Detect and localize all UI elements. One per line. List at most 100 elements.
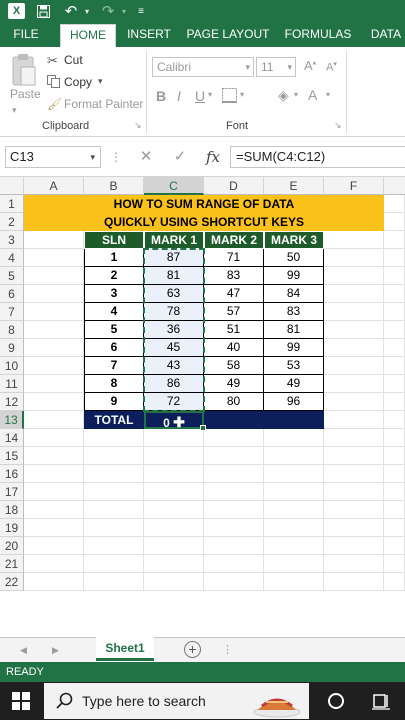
table-cell-mark-2[interactable]: 40 — [204, 339, 264, 357]
table-cell-mark-3[interactable]: 50 — [264, 249, 324, 267]
grid-cell[interactable] — [324, 357, 384, 375]
column-header-f[interactable]: F — [324, 177, 384, 195]
table-cell-mark-2[interactable]: 49 — [204, 375, 264, 393]
table-cell-mark-3[interactable]: 96 — [264, 393, 324, 411]
table-cell-mark-1[interactable]: 63 — [144, 285, 204, 303]
grid-cell[interactable] — [24, 501, 84, 519]
table-cell-sln[interactable]: 9 — [84, 393, 144, 411]
grid-cell[interactable] — [24, 573, 84, 591]
grid-cell[interactable] — [144, 537, 204, 555]
grid-cell[interactable] — [204, 429, 264, 447]
grid-cell[interactable] — [324, 537, 384, 555]
grid-cell[interactable] — [144, 429, 204, 447]
row-header-14[interactable]: 14 — [0, 429, 24, 447]
enter-icon[interactable]: ✓ — [170, 146, 190, 168]
grid-cell[interactable] — [24, 339, 84, 357]
grid-cell[interactable] — [264, 483, 324, 501]
total-value-cell[interactable]: 0 ✚ — [144, 411, 204, 430]
save-icon[interactable] — [33, 0, 53, 22]
grid-cell[interactable] — [324, 321, 384, 339]
grid-cell[interactable] — [24, 555, 84, 573]
grid-cell[interactable] — [324, 249, 384, 267]
grid-cell[interactable] — [324, 267, 384, 285]
table-cell-sln[interactable]: 4 — [84, 303, 144, 321]
grow-font-icon[interactable]: A▴ — [304, 58, 316, 73]
grid-cell[interactable] — [204, 555, 264, 573]
grid-cell[interactable] — [324, 339, 384, 357]
row-header-22[interactable]: 22 — [0, 573, 24, 591]
grid-cell[interactable] — [324, 411, 384, 429]
table-cell-sln[interactable]: 8 — [84, 375, 144, 393]
grid-cell[interactable] — [324, 573, 384, 591]
row-header-5[interactable]: 5 — [0, 267, 24, 285]
tab-page-layout[interactable]: PAGE LAYOUT — [186, 22, 270, 47]
copy-icon[interactable] — [47, 75, 61, 89]
grid-cell[interactable] — [264, 501, 324, 519]
grid-cell[interactable] — [324, 429, 384, 447]
format-painter-button[interactable]: Format Painter — [64, 97, 143, 111]
italic-icon[interactable]: I — [177, 88, 181, 104]
row-header-4[interactable]: 4 — [0, 249, 24, 267]
grid-cell[interactable] — [84, 483, 144, 501]
row-header-6[interactable]: 6 — [0, 285, 24, 303]
table-cell-mark-3[interactable]: 83 — [264, 303, 324, 321]
paste-icon[interactable] — [8, 53, 38, 91]
header-cell-mark-1[interactable]: MARK 1 — [144, 231, 204, 249]
grid-cell[interactable] — [204, 447, 264, 465]
grid-cell[interactable] — [24, 267, 84, 285]
font-color-dropdown-icon[interactable]: ▾ — [326, 90, 330, 99]
grid-cell[interactable] — [24, 249, 84, 267]
sheet-scroll-splitter[interactable]: ⋮ — [222, 640, 233, 660]
row-header-16[interactable]: 16 — [0, 465, 24, 483]
fill-handle[interactable] — [200, 425, 206, 431]
borders-icon[interactable] — [222, 88, 238, 104]
grid-cell[interactable] — [384, 267, 405, 285]
grid-cell[interactable] — [24, 231, 84, 249]
name-box[interactable]: C13 ▾ — [5, 146, 101, 168]
grid-cell[interactable] — [324, 447, 384, 465]
font-launcher-icon[interactable]: ↘ — [334, 120, 342, 131]
column-header-e[interactable]: E — [264, 177, 324, 195]
row-header-17[interactable]: 17 — [0, 483, 24, 501]
row-header-18[interactable]: 18 — [0, 501, 24, 519]
grid-cell[interactable] — [264, 429, 324, 447]
table-cell-sln[interactable]: 6 — [84, 339, 144, 357]
tab-formulas[interactable]: FORMULAS — [282, 22, 354, 47]
grid-cell[interactable] — [384, 213, 405, 231]
borders-dropdown-icon[interactable]: ▾ — [240, 90, 244, 99]
grid-cell[interactable] — [384, 573, 405, 591]
table-cell-sln[interactable]: 5 — [84, 321, 144, 339]
grid-cell[interactable] — [264, 555, 324, 573]
grid-cell[interactable] — [24, 429, 84, 447]
underline-icon[interactable]: U — [195, 88, 205, 104]
grid-cell[interactable] — [144, 573, 204, 591]
grid-cell[interactable] — [384, 339, 405, 357]
column-header-d[interactable]: D — [204, 177, 264, 195]
previous-sheet-icon[interactable]: ◀ — [20, 638, 34, 662]
grid-cell[interactable] — [324, 555, 384, 573]
table-cell-mark-3[interactable]: 81 — [264, 321, 324, 339]
grid-cell[interactable] — [204, 519, 264, 537]
copy-dropdown-icon[interactable]: ▾ — [98, 76, 103, 87]
row-header-3[interactable]: 3 — [0, 231, 24, 249]
grid-cell[interactable] — [264, 447, 324, 465]
grid-cell[interactable] — [144, 447, 204, 465]
formula-input[interactable]: =SUM(C4:C12) — [230, 146, 405, 168]
grid-cell[interactable] — [204, 483, 264, 501]
grid-cell[interactable] — [384, 501, 405, 519]
grid-cell[interactable] — [384, 249, 405, 267]
grid-cell[interactable] — [24, 357, 84, 375]
grid-cell[interactable] — [324, 501, 384, 519]
row-header-8[interactable]: 8 — [0, 321, 24, 339]
format-painter-icon[interactable]: 🖌 — [47, 97, 62, 111]
grid-cell[interactable] — [84, 501, 144, 519]
row-header-12[interactable]: 12 — [0, 393, 24, 411]
paste-button[interactable]: Paste — [10, 87, 41, 101]
grid-cell[interactable] — [204, 465, 264, 483]
cut-icon[interactable]: ✂ — [47, 53, 61, 68]
grid-cell[interactable] — [24, 393, 84, 411]
grid-cell[interactable] — [384, 321, 405, 339]
grid-cell[interactable] — [324, 519, 384, 537]
grid-cell[interactable] — [324, 375, 384, 393]
table-cell-sln[interactable]: 1 — [84, 249, 144, 267]
